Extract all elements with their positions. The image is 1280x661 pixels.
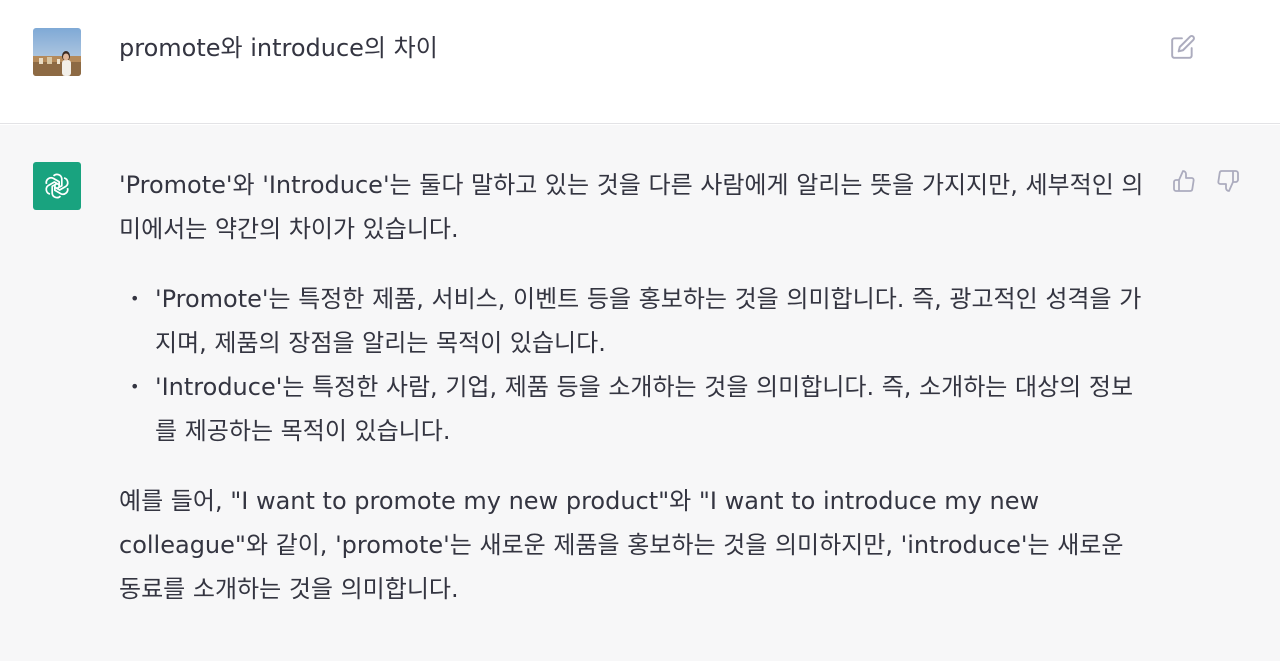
- openai-logo-icon: [45, 173, 69, 199]
- thumbs-down-icon: [1217, 170, 1239, 192]
- thumbs-up-button[interactable]: [1169, 166, 1199, 196]
- answer-intro: 'Promote'와 'Introduce'는 둘다 말하고 있는 것을 다른 …: [119, 171, 1144, 243]
- answer-example: 예를 들어, "I want to promote my new product…: [119, 487, 1124, 603]
- list-item-text: 'Promote'는 특정한 제품, 서비스, 이벤트 등을 홍보하는 것을 의…: [155, 285, 1142, 357]
- edit-icon: [1171, 35, 1195, 59]
- bullet-icon: •: [130, 377, 140, 396]
- bullet-icon: •: [130, 289, 140, 308]
- assistant-avatar: [33, 162, 81, 210]
- answer-bullet-list: • 'Promote'는 특정한 제품, 서비스, 이벤트 등을 홍보하는 것을…: [119, 277, 1149, 453]
- edit-message-button[interactable]: [1168, 32, 1198, 62]
- assistant-message-row: 'Promote'와 'Introduce'는 둘다 말하고 있는 것을 다른 …: [0, 125, 1280, 661]
- thumbs-up-icon: [1173, 170, 1195, 192]
- user-avatar: [33, 28, 81, 76]
- user-message-text: promote와 introduce의 차이: [119, 34, 438, 62]
- list-item-text: 'Introduce'는 특정한 사람, 기업, 제품 등을 소개하는 것을 의…: [155, 373, 1134, 445]
- user-message-row: promote와 introduce의 차이: [0, 0, 1280, 124]
- list-item: • 'Promote'는 특정한 제품, 서비스, 이벤트 등을 홍보하는 것을…: [130, 277, 1149, 365]
- list-item: • 'Introduce'는 특정한 사람, 기업, 제품 등을 소개하는 것을…: [130, 365, 1149, 453]
- assistant-answer: 'Promote'와 'Introduce'는 둘다 말하고 있는 것을 다른 …: [119, 163, 1149, 611]
- thumbs-down-button[interactable]: [1213, 166, 1243, 196]
